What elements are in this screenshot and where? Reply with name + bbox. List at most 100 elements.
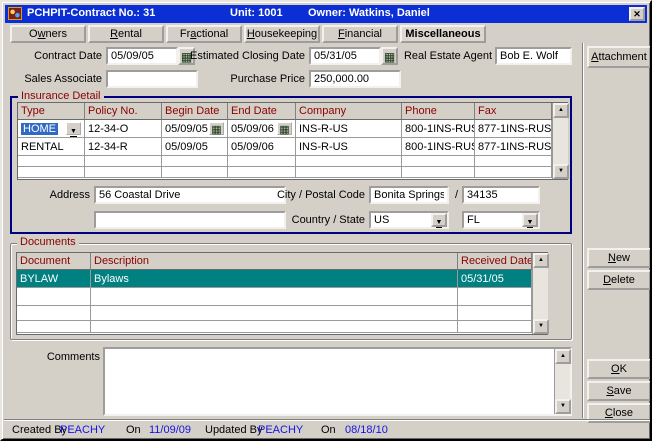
real-estate-agent-field[interactable]: [495, 47, 572, 65]
country-state-label: Country / State: [265, 214, 365, 226]
table-cell-empty[interactable]: [458, 321, 532, 333]
table-cell-empty[interactable]: [91, 306, 458, 321]
scroll-down-icon[interactable]: ▼: [555, 399, 571, 414]
table-cell-empty[interactable]: [85, 156, 162, 167]
sales-associate-field[interactable]: [106, 70, 198, 88]
created-on-label: On: [126, 424, 141, 436]
table-cell-empty[interactable]: [228, 167, 296, 178]
comments-field[interactable]: [105, 349, 554, 414]
state-combo[interactable]: ▼: [462, 211, 540, 229]
tab-housekeeping[interactable]: Housekeeping: [244, 25, 320, 43]
table-cell-empty[interactable]: [91, 321, 458, 333]
scroll-down-icon[interactable]: ▼: [553, 164, 569, 179]
attachment-button[interactable]: Attachment: [587, 46, 651, 68]
insurance-scrollbar[interactable]: ▲ ▼: [552, 103, 568, 179]
insurance-policy-cell[interactable]: 12-34-O: [85, 120, 162, 138]
new-button[interactable]: New: [587, 248, 651, 268]
address-field[interactable]: [94, 186, 286, 204]
table-cell-empty[interactable]: [17, 321, 91, 333]
window-title-owner: Owner: Watkins, Daniel: [308, 7, 430, 19]
scroll-up-icon[interactable]: ▲: [533, 253, 549, 268]
insurance-end-cell[interactable]: 05/09/06: [228, 138, 296, 156]
scroll-up-icon[interactable]: ▲: [555, 349, 571, 364]
end-date-calendar-icon[interactable]: ▦: [277, 122, 292, 135]
comments-box: ▲ ▼: [103, 347, 572, 416]
insurance-company-cell[interactable]: INS-R-US: [296, 120, 402, 138]
insurance-begin-cell[interactable]: 05/09/05: [162, 138, 228, 156]
panel-divider: [582, 43, 584, 418]
address-line2-field[interactable]: [94, 211, 286, 229]
purchase-price-field[interactable]: [309, 70, 401, 88]
estimated-closing-date-calendar-icon[interactable]: ▦: [381, 47, 398, 65]
estimated-closing-date-label: Estimated Closing Date: [188, 50, 305, 62]
close-icon[interactable]: ✕: [629, 7, 645, 21]
table-cell-empty[interactable]: [458, 306, 532, 321]
created-by-value: PEACHY: [60, 424, 105, 436]
table-cell-empty[interactable]: [458, 288, 532, 306]
insurance-fax-cell[interactable]: 877-1INS-RUS: [475, 120, 552, 138]
purchase-price-label: Purchase Price: [199, 73, 305, 85]
table-cell-empty[interactable]: [91, 288, 458, 306]
address-label: Address: [34, 189, 90, 201]
table-cell-empty[interactable]: [17, 288, 91, 306]
description-cell[interactable]: Bylaws: [91, 270, 458, 288]
comments-scrollbar[interactable]: ▲ ▼: [554, 349, 570, 414]
country-dropdown-icon[interactable]: ▼: [431, 213, 447, 227]
contract-date-field[interactable]: [106, 47, 178, 65]
tab-bar: Owners Rental Fractional Housekeeping Fi…: [10, 25, 486, 43]
insurance-end-cell[interactable]: 05/09/06▦: [228, 120, 296, 138]
table-cell-empty[interactable]: [475, 167, 552, 178]
scroll-down-icon[interactable]: ▼: [533, 319, 549, 334]
created-by-label: Created By: [12, 424, 67, 436]
statusbar-divider: [4, 419, 652, 421]
city-field[interactable]: [369, 186, 449, 204]
received-date-cell[interactable]: 05/31/05: [458, 270, 532, 288]
ok-button[interactable]: OK: [587, 359, 651, 379]
delete-button[interactable]: Delete: [587, 270, 651, 290]
tab-owners[interactable]: Owners: [10, 25, 86, 43]
sales-associate-label: Sales Associate: [10, 73, 102, 85]
contract-date-label: Contract Date: [10, 50, 102, 62]
table-cell-empty[interactable]: [296, 156, 402, 167]
table-cell-empty[interactable]: [402, 167, 475, 178]
documents-col-received: Received Date: [458, 253, 532, 270]
documents-group-label: Documents: [17, 236, 79, 248]
contract-window: PCHPIT-Contract No.: 31 Unit: 1001 Owner…: [0, 0, 652, 441]
begin-date-calendar-icon[interactable]: ▦: [209, 122, 224, 135]
postal-code-field[interactable]: [462, 186, 540, 204]
table-cell-empty[interactable]: [475, 156, 552, 167]
table-cell-empty[interactable]: [296, 167, 402, 178]
documents-group: Documents Document Description Received …: [10, 243, 572, 340]
save-button[interactable]: Save: [587, 381, 651, 401]
table-cell-empty[interactable]: [228, 156, 296, 167]
insurance-begin-cell[interactable]: 05/09/05▦: [162, 120, 228, 138]
documents-scrollbar[interactable]: ▲ ▼: [532, 253, 548, 334]
insurance-policy-cell[interactable]: 12-34-R: [85, 138, 162, 156]
country-combo[interactable]: ▼: [369, 211, 449, 229]
insurance-fax-cell[interactable]: 877-1INS-RUS: [475, 138, 552, 156]
estimated-closing-date-field[interactable]: [309, 47, 381, 65]
table-cell-empty[interactable]: [17, 306, 91, 321]
table-cell-empty[interactable]: [402, 156, 475, 167]
insurance-col-policy: Policy No.: [85, 103, 162, 120]
table-cell-empty[interactable]: [18, 156, 85, 167]
insurance-phone-cell[interactable]: 800-1INS-RUS: [402, 120, 475, 138]
type-dropdown-icon[interactable]: ▼: [66, 122, 81, 135]
document-cell[interactable]: BYLAW: [17, 270, 91, 288]
table-cell-empty[interactable]: [18, 167, 85, 178]
city-postal-separator: /: [455, 189, 458, 201]
table-cell-empty[interactable]: [162, 167, 228, 178]
insurance-company-cell[interactable]: INS-R-US: [296, 138, 402, 156]
tab-miscellaneous[interactable]: Miscellaneous: [400, 25, 486, 43]
scroll-up-icon[interactable]: ▲: [553, 103, 569, 118]
table-cell-empty[interactable]: [85, 167, 162, 178]
insurance-phone-cell[interactable]: 800-1INS-RUS: [402, 138, 475, 156]
table-cell-empty[interactable]: [162, 156, 228, 167]
state-dropdown-icon[interactable]: ▼: [522, 213, 538, 227]
insurance-type-cell[interactable]: HOME▼: [18, 120, 85, 138]
tab-rental[interactable]: Rental: [88, 25, 164, 43]
tab-fractional[interactable]: Fractional: [166, 25, 242, 43]
tab-financial[interactable]: Financial: [322, 25, 398, 43]
insurance-detail-group-label: Insurance Detail: [18, 90, 104, 102]
insurance-type-cell[interactable]: RENTAL: [18, 138, 85, 156]
